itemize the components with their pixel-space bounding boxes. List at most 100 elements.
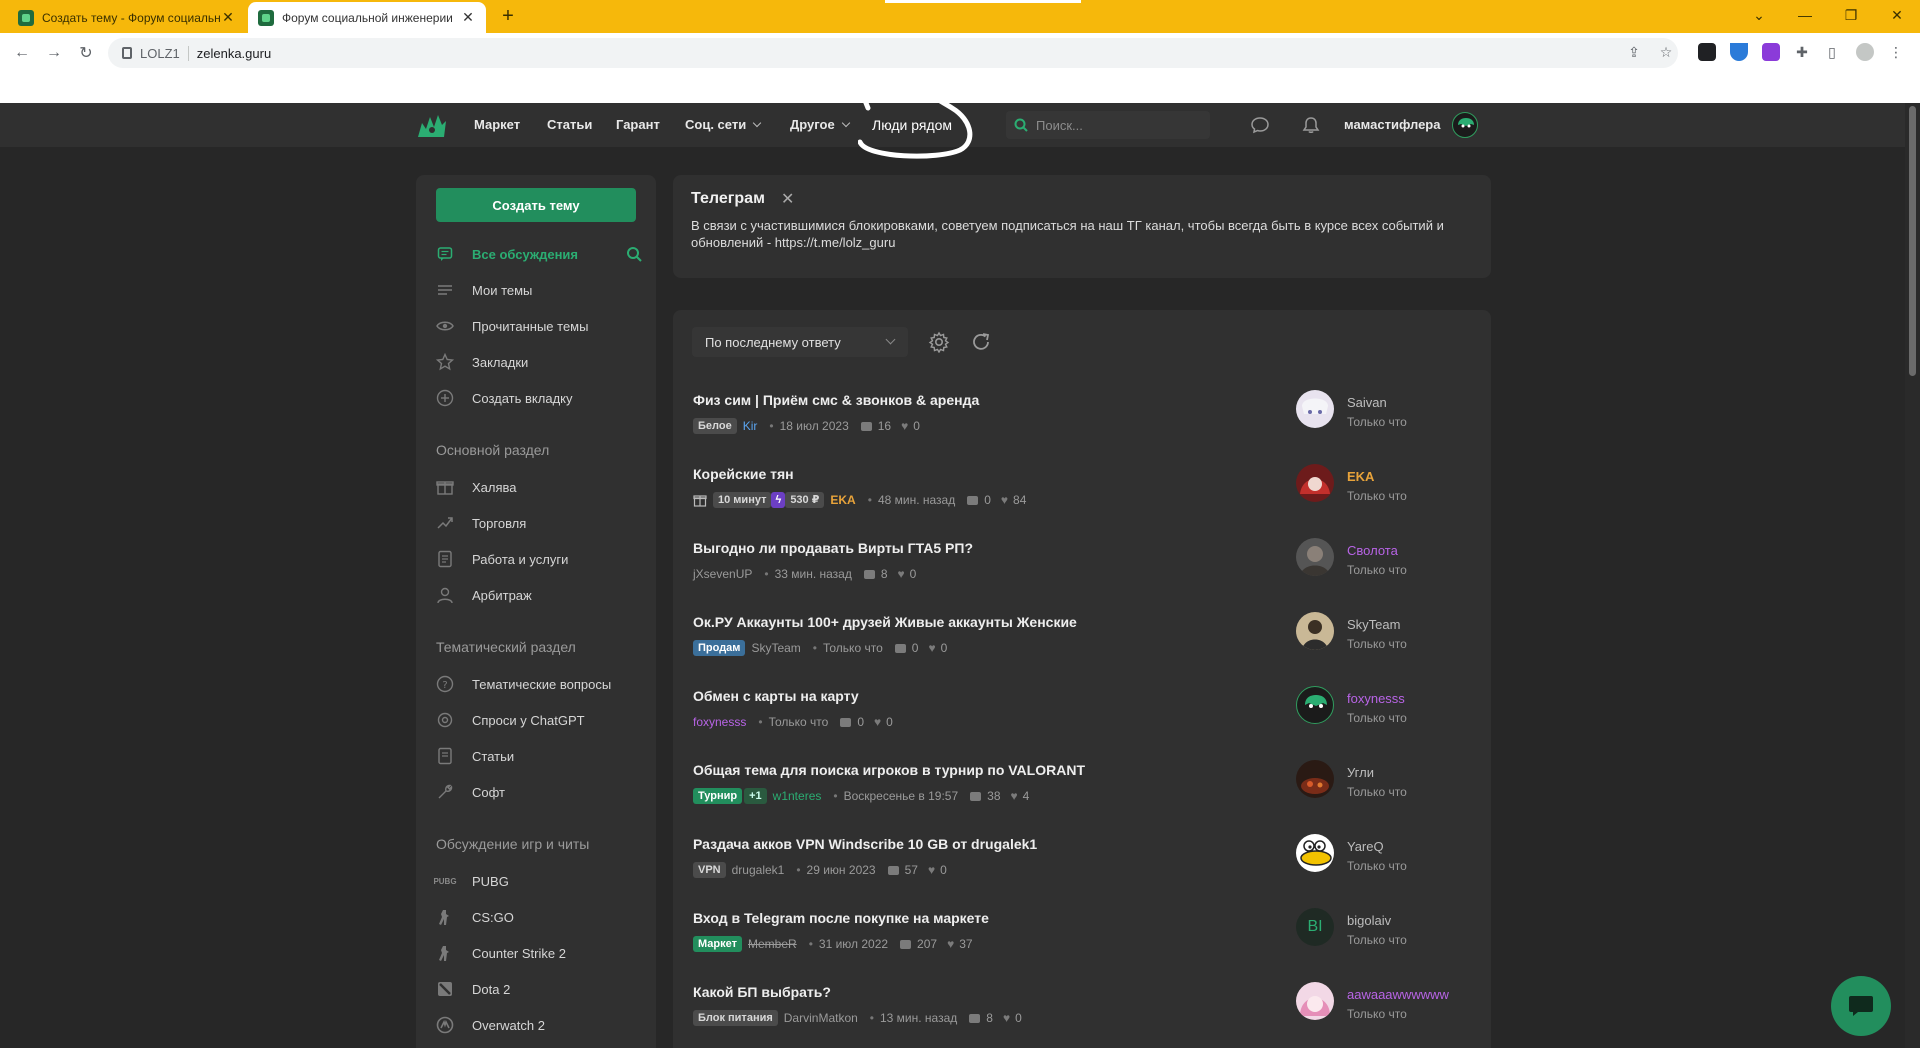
restore-icon[interactable]: ❐ xyxy=(1828,0,1874,30)
last-poster-avatar[interactable]: BI xyxy=(1296,908,1334,946)
thread-row[interactable]: Какой БП выбрать? Блок питания DarvinMat… xyxy=(693,980,1473,1048)
last-poster-avatar[interactable] xyxy=(1296,982,1334,1020)
last-poster-avatar[interactable] xyxy=(1296,760,1334,798)
back-icon[interactable]: ← xyxy=(10,41,34,65)
thread-title[interactable]: Обмен с карты на карту xyxy=(693,688,859,704)
thread-author[interactable]: SkyTeam xyxy=(751,641,800,655)
sidebar-item-arbitrage[interactable]: Арбитраж xyxy=(436,583,646,607)
search-box[interactable] xyxy=(1006,111,1210,139)
sidebar-item-freebies[interactable]: Халява xyxy=(436,475,646,499)
browser-tab-create-thread[interactable]: Создать тему - Форум социальн ✕ xyxy=(8,2,246,33)
address-bar[interactable]: LOLZ1 zelenka.guru xyxy=(108,38,1678,68)
thread-row[interactable]: Ок.РУ Аккаунты 100+ друзей Живые аккаунт… xyxy=(693,610,1473,684)
last-poster-name[interactable]: Сволота xyxy=(1347,543,1398,558)
last-poster-name[interactable]: YareQ xyxy=(1347,839,1384,854)
last-poster-avatar[interactable] xyxy=(1296,834,1334,872)
gear-icon[interactable] xyxy=(928,331,950,353)
sort-select[interactable]: По последнему ответу xyxy=(692,327,908,357)
bookmark-star-icon[interactable]: ☆ xyxy=(1656,42,1676,62)
site-logo-icon[interactable] xyxy=(416,111,448,139)
extension-d-icon[interactable] xyxy=(1762,43,1780,61)
minimize-icon[interactable]: — xyxy=(1782,0,1828,30)
chat-fab-button[interactable] xyxy=(1831,976,1891,1036)
share-icon[interactable]: ⇪ xyxy=(1624,42,1644,62)
sidebar-item-articles[interactable]: Статьи xyxy=(436,744,646,768)
thread-author[interactable]: EKA xyxy=(830,493,855,507)
thread-title[interactable]: Физ сим | Приём смс & звонков & аренда xyxy=(693,392,979,408)
tab-search-chevron-icon[interactable]: ⌄ xyxy=(1736,0,1782,30)
last-poster-name[interactable]: aawaaawwwwww xyxy=(1347,987,1449,1002)
forward-icon[interactable]: → xyxy=(42,41,66,65)
thread-author[interactable]: DarvinMatkon xyxy=(784,1011,858,1025)
thread-row[interactable]: Выгодно ли продавать Вирты ГТА5 РП? jXse… xyxy=(693,536,1473,610)
profile-icon[interactable] xyxy=(1856,43,1874,61)
sidebar-item-dota2[interactable]: Dota 2 xyxy=(436,977,646,1001)
page-scrollbar[interactable] xyxy=(1905,103,1920,1048)
last-poster-avatar[interactable] xyxy=(1296,686,1334,724)
messages-icon[interactable] xyxy=(1250,115,1270,135)
last-poster-avatar[interactable] xyxy=(1296,390,1334,428)
thread-title[interactable]: Ок.РУ Аккаунты 100+ друзей Живые аккаунт… xyxy=(693,614,1077,630)
search-input[interactable] xyxy=(1036,117,1196,133)
thread-author[interactable]: MembeR xyxy=(748,937,797,951)
last-poster-avatar[interactable] xyxy=(1296,464,1334,502)
thread-prefix-tag[interactable]: 10 минут xyxy=(713,492,772,508)
create-thread-button[interactable]: Создать тему xyxy=(436,188,636,222)
header-username[interactable]: мамастифлера xyxy=(1344,117,1440,132)
thread-title[interactable]: Какой БП выбрать? xyxy=(693,984,831,1000)
nav-other[interactable]: Другое xyxy=(790,117,850,132)
sidebar-item-overwatch2[interactable]: Overwatch 2 xyxy=(436,1013,646,1037)
sidebar-item-create-tab[interactable]: Создать вкладку xyxy=(436,386,646,410)
sidebar-item-trade[interactable]: Торговля xyxy=(436,511,646,535)
thread-prefix-tag[interactable]: Белое xyxy=(693,418,737,434)
thread-title[interactable]: Общая тема для поиска игроков в турнир п… xyxy=(693,762,1085,778)
thread-author[interactable]: foxynesss xyxy=(693,715,746,729)
nav-guarantee[interactable]: Гарант xyxy=(616,117,660,132)
sidebar-item-all-discussions[interactable]: Все обсуждения xyxy=(436,242,646,266)
user-avatar[interactable] xyxy=(1452,112,1478,138)
thread-prefix-tag[interactable]: Блок питания xyxy=(693,1010,778,1026)
thread-title[interactable]: Корейские тян xyxy=(693,466,794,482)
thread-row[interactable]: Обмен с карты на карту foxynesss • Тольк… xyxy=(693,684,1473,758)
refresh-icon[interactable] xyxy=(970,331,992,353)
sidebar-item-pubg[interactable]: PUBG PUBG xyxy=(433,869,646,893)
scrollbar-thumb[interactable] xyxy=(1909,106,1916,376)
thread-prefix-tag[interactable]: Продам xyxy=(693,640,746,656)
nav-social[interactable]: Соц. сети xyxy=(685,117,762,132)
last-poster-name[interactable]: foxynesss xyxy=(1347,691,1405,706)
extensions-puzzle-icon[interactable]: ✚ xyxy=(1792,42,1812,62)
last-poster-name[interactable]: EKA xyxy=(1347,469,1374,484)
sidebar-item-my-threads[interactable]: Мои темы xyxy=(436,278,646,302)
last-poster-name[interactable]: SkyTeam xyxy=(1347,617,1400,632)
thread-prefix-more[interactable]: +1 xyxy=(744,788,767,804)
last-poster-avatar[interactable] xyxy=(1296,612,1334,650)
thread-author[interactable]: jXsevenUP xyxy=(693,567,752,581)
sidebar-item-cs2[interactable]: Counter Strike 2 xyxy=(436,941,646,965)
thread-author[interactable]: drugalek1 xyxy=(732,863,785,877)
thread-author[interactable]: w1nteres xyxy=(773,789,822,803)
thread-prefix-tag[interactable]: Турнир xyxy=(693,788,743,804)
close-window-icon[interactable]: ✕ xyxy=(1874,0,1920,30)
new-tab-icon[interactable]: + xyxy=(496,5,520,28)
sidebar-item-csgo[interactable]: CS:GO xyxy=(436,905,646,929)
extension-badge-icon[interactable] xyxy=(1698,43,1716,61)
sidebar-item-software[interactable]: Софт xyxy=(436,780,646,804)
lock-icon[interactable] xyxy=(122,47,132,59)
sidebar-item-bookmarks[interactable]: Закладки xyxy=(436,350,646,374)
side-panel-icon[interactable]: ▯ xyxy=(1822,42,1842,62)
sidebar-item-chatgpt[interactable]: Спроси у ChatGPT xyxy=(436,708,646,732)
thread-author[interactable]: Kir xyxy=(743,419,758,433)
last-poster-name[interactable]: Saivan xyxy=(1347,395,1387,410)
thread-row[interactable]: Вход в Telegram после покупке на маркете… xyxy=(693,906,1473,980)
nav-articles[interactable]: Статьи xyxy=(547,117,592,132)
thread-prefix-tag[interactable]: VPN xyxy=(693,862,726,878)
thread-prefix-tag[interactable]: Маркет xyxy=(693,936,742,952)
thread-row[interactable]: Раздача акков VPN Windscribe 10 GB от dr… xyxy=(693,832,1473,906)
thread-title[interactable]: Вход в Telegram после покупке на маркете xyxy=(693,910,989,926)
last-poster-avatar[interactable] xyxy=(1296,538,1334,576)
bell-icon[interactable] xyxy=(1301,115,1321,135)
last-poster-name[interactable]: Угли xyxy=(1347,765,1374,780)
search-icon[interactable] xyxy=(626,246,642,262)
close-icon[interactable]: ✕ xyxy=(781,189,794,209)
thread-title[interactable]: Раздача акков VPN Windscribe 10 GB от dr… xyxy=(693,836,1037,852)
